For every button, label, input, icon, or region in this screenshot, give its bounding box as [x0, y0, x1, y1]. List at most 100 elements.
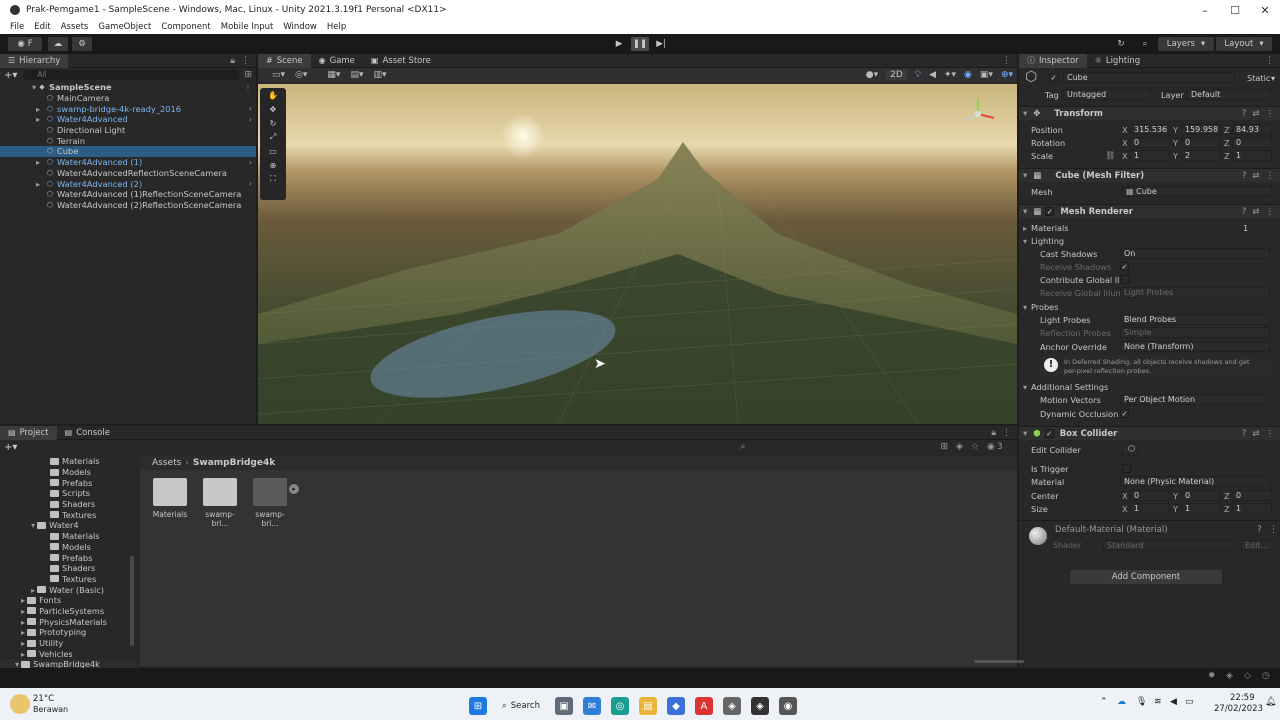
scale-y-field[interactable]: 2 — [1181, 150, 1221, 161]
help-icon[interactable]: ? — [1257, 525, 1262, 535]
prefab-open-icon[interactable]: › — [249, 158, 252, 167]
hierarchy-item[interactable]: ⬡ MainCamera — [0, 93, 256, 104]
preset-icon[interactable]: ⇄ — [1252, 109, 1259, 119]
constrain-proportions-icon[interactable]: ⛓ — [1105, 150, 1115, 161]
tab-project[interactable]: ▤ Project — [0, 425, 57, 440]
more-icon[interactable]: ⋮ — [1002, 428, 1011, 438]
tree-scrollbar[interactable] — [130, 556, 134, 646]
chevron-icon[interactable]: ▸ — [21, 649, 25, 659]
object-name-field[interactable]: Cube — [1063, 72, 1235, 83]
prefab-open-icon[interactable]: › — [249, 104, 252, 113]
hierarchy-item[interactable]: ⬡ Terrain — [0, 135, 256, 146]
more-icon[interactable]: ⋮ — [1265, 56, 1274, 66]
is-trigger-checkbox[interactable] — [1122, 464, 1131, 473]
menu-file[interactable]: File — [0, 22, 29, 32]
effects-toggle-icon[interactable]: ✦▾ — [944, 70, 956, 80]
visual-studio-icon[interactable]: ◆ — [666, 697, 685, 715]
chevron-up-icon[interactable]: ⌃ — [1100, 697, 1108, 707]
project-tree-item[interactable]: Textures — [0, 574, 138, 585]
chevron-right-icon[interactable]: ▸ — [1023, 223, 1027, 233]
breadcrumb-current[interactable]: SwampBridge4k — [193, 458, 275, 468]
play-button[interactable]: ▶ — [610, 37, 628, 51]
help-icon[interactable]: ? — [1242, 207, 1247, 217]
more-icon[interactable]: ⋮ — [1266, 171, 1275, 181]
layout-dropdown[interactable]: Layout ▾ — [1216, 37, 1272, 51]
chevron-icon[interactable]: ▸ — [21, 606, 25, 616]
mail-icon[interactable]: ✉ — [582, 697, 601, 715]
asset-item[interactable]: ▸ swamp-bri... — [250, 478, 299, 528]
hierarchy-item[interactable]: ⬡ Directional Light — [0, 125, 256, 136]
more-icon[interactable]: ⋮ — [1002, 56, 1011, 66]
label-filter-icon[interactable]: ◈ — [956, 442, 963, 452]
weather-temp[interactable]: 21°C — [33, 694, 54, 704]
cast-shadows-dropdown[interactable]: On — [1120, 248, 1270, 259]
size-x-field[interactable]: 1 — [1130, 503, 1170, 514]
chevron-down-icon[interactable]: ▾ — [1023, 382, 1027, 392]
hidden-packages-icon[interactable]: ◉ — [987, 442, 995, 452]
camera-icon[interactable]: ▣▾ — [980, 70, 993, 80]
contribute-gi-checkbox[interactable] — [1120, 275, 1129, 284]
more-icon[interactable]: ⋮ — [1266, 109, 1275, 119]
onedrive-icon[interactable]: ☁ — [1117, 697, 1126, 707]
more-icon[interactable]: ⋮ — [1266, 207, 1275, 217]
chevron-icon[interactable]: ▾ — [31, 520, 35, 530]
position-z-field[interactable]: 84.93 — [1232, 124, 1272, 135]
project-tree-item[interactable]: Materials — [0, 456, 138, 467]
weather-desc[interactable]: Berawan — [33, 705, 68, 714]
lock-icon[interactable]: 🔒︎ — [230, 56, 235, 66]
light-probes-dropdown[interactable]: Blend Probes — [1120, 314, 1270, 325]
tab-scene[interactable]: # Scene — [258, 53, 311, 68]
menu-window[interactable]: Window — [278, 22, 322, 32]
collider-material-field[interactable]: None (Physic Material) — [1120, 476, 1270, 487]
gizmos-dropdown-icon[interactable]: ⊕▾ — [1001, 70, 1013, 80]
hierarchy-item[interactable]: ▸ ⬡ swamp-bridge-4k-ready_2016 › — [0, 103, 256, 114]
expand-icon[interactable]: ▸ — [289, 484, 299, 494]
chrome-icon[interactable]: ◉ — [778, 697, 797, 715]
asset-item[interactable]: swamp-bri... — [200, 478, 240, 528]
maximize-button[interactable]: ☐ — [1220, 4, 1250, 17]
scale-tool-icon[interactable]: ⤢ — [260, 130, 286, 144]
grid-icon[interactable]: ▦▾ — [327, 70, 340, 80]
scene-gizmo[interactable] — [958, 94, 998, 134]
project-tree-item[interactable]: ▸ Prototyping — [0, 627, 138, 638]
move-tool-icon[interactable]: ✥ — [260, 102, 286, 116]
reflection-probes-dropdown[interactable]: Simple — [1120, 327, 1270, 338]
unity-editor-icon[interactable]: ◈ — [750, 697, 769, 715]
favorite-icon[interactable]: ☆ — [971, 442, 979, 452]
box-collider-enabled-checkbox[interactable]: ✓ — [1044, 429, 1054, 438]
scene-row[interactable]: ▾ ◆ SampleScene ⋮ — [0, 82, 256, 93]
asset-item[interactable]: Materials — [150, 478, 190, 519]
size-y-field[interactable]: 1 — [1181, 503, 1221, 514]
filter-icon[interactable]: ⊞ — [244, 70, 252, 80]
chevron-right-icon[interactable]: ▸ — [36, 157, 40, 167]
help-icon[interactable]: ? — [1242, 109, 1247, 119]
chevron-right-icon[interactable]: ▸ — [36, 114, 40, 124]
add-button[interactable]: +▾ — [4, 70, 17, 81]
hand-tool-icon[interactable]: ✋ — [260, 88, 286, 102]
menu-help[interactable]: Help — [322, 22, 351, 32]
box-collider-header[interactable]: ▾ ⬢ ✓ Box Collider ? ⇄ ⋮ — [1019, 426, 1280, 440]
project-tree-item[interactable]: ▸ ParticleSystems — [0, 606, 138, 617]
more-icon[interactable]: ⋮ — [244, 83, 252, 92]
project-tree-item[interactable]: ▾ Water4 — [0, 520, 138, 531]
chevron-down-icon[interactable]: ▾ — [1023, 236, 1027, 246]
gizmo-icon[interactable]: ◎▾ — [295, 70, 307, 80]
receive-gi-dropdown[interactable]: Light Probes — [1120, 287, 1270, 298]
hidden-toggle-icon[interactable]: ◉ — [964, 70, 972, 80]
chevron-icon[interactable]: ▸ — [21, 595, 25, 605]
account-dropdown[interactable]: ◉ F — [8, 37, 42, 51]
audio-toggle-icon[interactable]: ◀︎ — [929, 70, 936, 80]
center-y-field[interactable]: 0 — [1181, 490, 1221, 501]
tab-asset-store[interactable]: ▣ Asset Store — [363, 54, 439, 68]
collab-icon[interactable]: ⚙ — [72, 37, 92, 51]
active-checkbox[interactable]: ✓ — [1049, 73, 1058, 82]
receive-shadows-checkbox[interactable]: ✓ — [1120, 262, 1129, 271]
project-tree-item[interactable]: Textures — [0, 509, 138, 520]
pause-button[interactable]: ❚❚ — [631, 37, 649, 51]
preset-icon[interactable]: ⇄ — [1252, 429, 1259, 439]
menu-assets[interactable]: Assets — [56, 22, 94, 32]
project-tree-item[interactable]: ▸ Water (Basic) — [0, 584, 138, 595]
project-tree-item[interactable]: ▸ Fonts — [0, 595, 138, 606]
chevron-right-icon[interactable]: ▸ — [36, 179, 40, 189]
tag-dropdown[interactable]: Untagged — [1063, 89, 1151, 100]
